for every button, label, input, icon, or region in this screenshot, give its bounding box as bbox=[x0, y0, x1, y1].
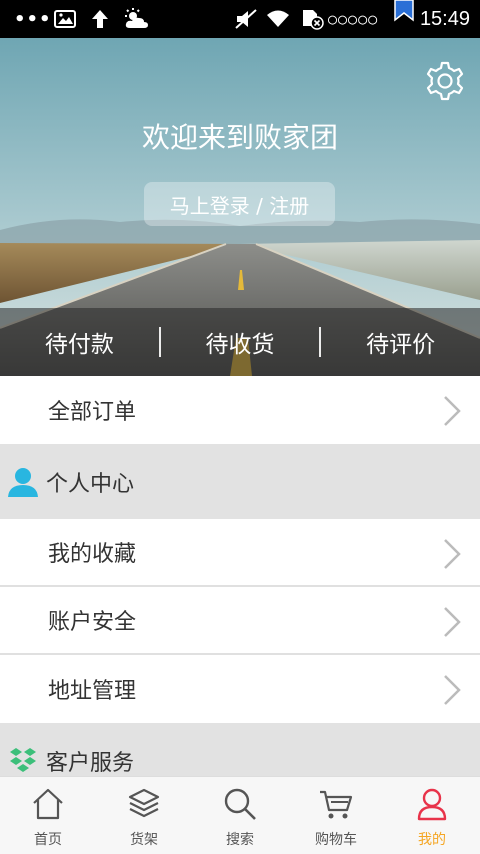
upload-arrow-icon bbox=[90, 0, 110, 38]
favorites-row[interactable]: 我的收藏 bbox=[0, 519, 480, 587]
search-icon bbox=[224, 788, 256, 820]
account-security-label: 账户安全 bbox=[48, 610, 137, 635]
all-orders-label: 全部订单 bbox=[48, 400, 137, 425]
menu-list: 全部订单 个人中心 我的收藏 账户安全 地址管理 客户服务 bbox=[0, 376, 480, 798]
image-notification-icon bbox=[54, 0, 76, 38]
bottom-nav: 首页 货架 搜索 购物车 我的 bbox=[0, 776, 480, 854]
pending-payment-tab[interactable]: 待付款 bbox=[0, 325, 159, 359]
welcome-title: 欢迎来到败家团 bbox=[141, 121, 338, 154]
account-security-row[interactable]: 账户安全 bbox=[0, 587, 480, 655]
nav-mine[interactable]: 我的 bbox=[384, 777, 480, 854]
nav-cart-label: 购物车 bbox=[315, 832, 357, 848]
signal-indicator: ○○○○○ bbox=[328, 10, 379, 28]
chevron-right-icon bbox=[444, 675, 461, 705]
address-management-row[interactable]: 地址管理 bbox=[0, 655, 480, 723]
divider bbox=[158, 327, 161, 357]
order-status-bar: 待付款 待收货 待评价 bbox=[0, 308, 480, 376]
favorites-label: 我的收藏 bbox=[48, 542, 137, 567]
cart-icon bbox=[320, 790, 353, 819]
no-sim-icon bbox=[300, 0, 324, 38]
clock: 15:49 bbox=[419, 7, 470, 30]
overflow-dots: ••• bbox=[14, 8, 52, 30]
customer-service-icon bbox=[0, 747, 46, 775]
chevron-right-icon bbox=[444, 539, 461, 569]
customer-service-label: 客户服务 bbox=[46, 750, 135, 776]
status-bar: ••• ○○○○○ 15:49 bbox=[0, 0, 480, 38]
login-register-button[interactable]: 马上登录 / 注册 bbox=[144, 182, 335, 226]
mute-icon bbox=[234, 0, 258, 38]
layers-icon bbox=[128, 788, 160, 818]
pending-review-tab[interactable]: 待评价 bbox=[321, 325, 480, 359]
profile-hero: 欢迎来到败家团 马上登录 / 注册 待付款 待收货 待评价 bbox=[0, 38, 480, 376]
person-icon bbox=[0, 467, 46, 497]
divider bbox=[319, 327, 322, 357]
wifi-icon bbox=[266, 0, 290, 38]
user-icon bbox=[417, 788, 447, 821]
nav-shelf-label: 货架 bbox=[130, 832, 158, 848]
nav-search[interactable]: 搜索 bbox=[192, 777, 288, 854]
bookmark-flag-icon bbox=[394, 0, 414, 22]
chevron-right-icon bbox=[444, 396, 461, 426]
nav-home[interactable]: 首页 bbox=[0, 777, 96, 854]
nav-shelf[interactable]: 货架 bbox=[96, 777, 192, 854]
all-orders-row[interactable]: 全部订单 bbox=[0, 376, 480, 444]
personal-center-label: 个人中心 bbox=[46, 471, 135, 497]
chevron-right-icon bbox=[444, 607, 461, 637]
personal-center-section: 个人中心 bbox=[0, 444, 480, 519]
address-management-label: 地址管理 bbox=[48, 679, 137, 704]
settings-gear-icon[interactable] bbox=[424, 60, 466, 102]
nav-mine-label: 我的 bbox=[418, 832, 446, 848]
nav-search-label: 搜索 bbox=[226, 832, 254, 848]
pending-receipt-tab[interactable]: 待收货 bbox=[161, 325, 320, 359]
nav-home-label: 首页 bbox=[34, 832, 62, 848]
home-icon bbox=[33, 788, 63, 820]
weather-icon bbox=[122, 0, 150, 38]
nav-cart[interactable]: 购物车 bbox=[288, 777, 384, 854]
